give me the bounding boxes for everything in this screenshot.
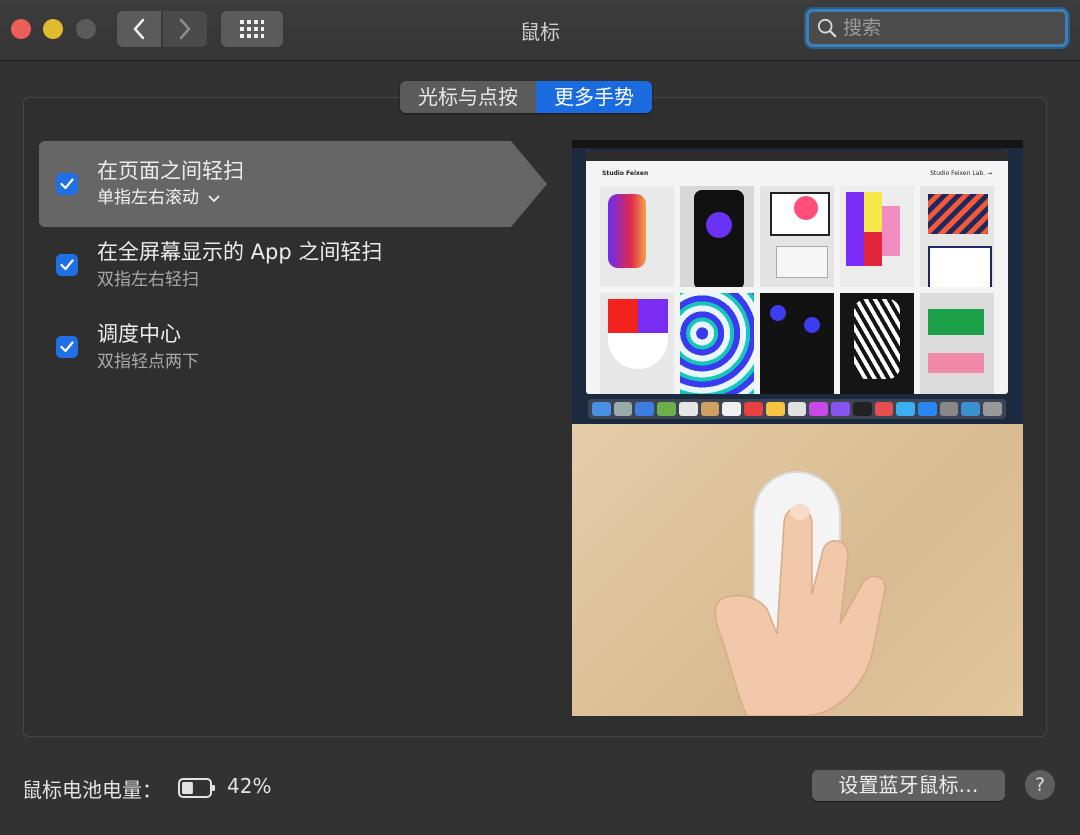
gesture-subtitle: 双指左右轻扫 (97, 270, 199, 290)
checkmark-icon (60, 259, 74, 271)
preview-dock (588, 399, 1006, 419)
battery-icon (178, 778, 215, 798)
preview-desk (572, 424, 1023, 716)
poster-tile (920, 186, 994, 287)
setup-bluetooth-mouse-button[interactable]: 设置蓝牙鼠标… (812, 770, 1005, 801)
chevron-down-icon (209, 195, 220, 203)
poster-tile (840, 186, 914, 287)
preview-browser-window: Studio Feixen Studio Feixen Lab. → (586, 150, 1008, 394)
tab-more-gestures[interactable]: 更多手势 (536, 81, 652, 113)
poster-tile (600, 293, 674, 394)
preview-poster-grid (600, 186, 994, 394)
preview-site-header: Studio Feixen Studio Feixen Lab. → (586, 161, 1008, 185)
gesture-title: 在全屏幕显示的 App 之间轻扫 (97, 240, 383, 264)
poster-tile (840, 293, 914, 394)
gesture-subtitle: 双指轻点两下 (97, 352, 199, 372)
battery-percentage: 42% (227, 774, 272, 798)
preview-site-link: Studio Feixen Lab. → (930, 169, 992, 177)
poster-tile (600, 186, 674, 287)
swipe-apps-checkbox[interactable] (56, 254, 78, 276)
poster-tile (680, 293, 754, 394)
gesture-subtitle: 单指左右滚动 (97, 188, 199, 208)
help-button[interactable]: ? (1025, 770, 1055, 800)
battery-label: 鼠标电池电量： (22, 778, 162, 802)
search-icon (817, 18, 837, 38)
poster-tile (920, 293, 994, 394)
checkmark-icon (60, 178, 74, 190)
hand-on-magic-mouse-illustration (714, 471, 886, 716)
gesture-item-swipe-pages[interactable]: 在页面之间轻扫 单指左右滚动 (39, 141, 549, 227)
poster-tile (760, 186, 834, 287)
poster-tile (680, 186, 754, 287)
swipe-pages-checkbox[interactable] (56, 173, 78, 195)
search-input[interactable] (841, 16, 1065, 40)
gesture-preview-video: Studio Feixen Studio Feixen Lab. → (572, 140, 1023, 716)
gesture-item-swipe-fullscreen-apps[interactable]: 在全屏幕显示的 App 之间轻扫 双指左右轻扫 (39, 222, 549, 308)
gesture-item-mission-control[interactable]: 调度中心 双指轻点两下 (39, 304, 549, 390)
gesture-option-dropdown[interactable]: 单指左右滚动 (97, 183, 220, 208)
gesture-title: 在页面之间轻扫 (97, 159, 244, 183)
preview-browser-toolbar (586, 150, 1008, 161)
title-bar: 鼠标 (0, 0, 1080, 61)
preview-menubar (572, 140, 1023, 148)
search-field[interactable] (806, 9, 1068, 47)
checkmark-icon (60, 341, 74, 353)
tab-bar: 光标与点按 更多手势 (400, 81, 652, 113)
gesture-title: 调度中心 (97, 322, 181, 346)
tab-point-and-click[interactable]: 光标与点按 (400, 81, 536, 113)
mission-control-checkbox[interactable] (56, 336, 78, 358)
preview-screen: Studio Feixen Studio Feixen Lab. → (572, 140, 1023, 424)
poster-tile (760, 293, 834, 394)
preview-site-name: Studio Feixen (602, 169, 649, 177)
